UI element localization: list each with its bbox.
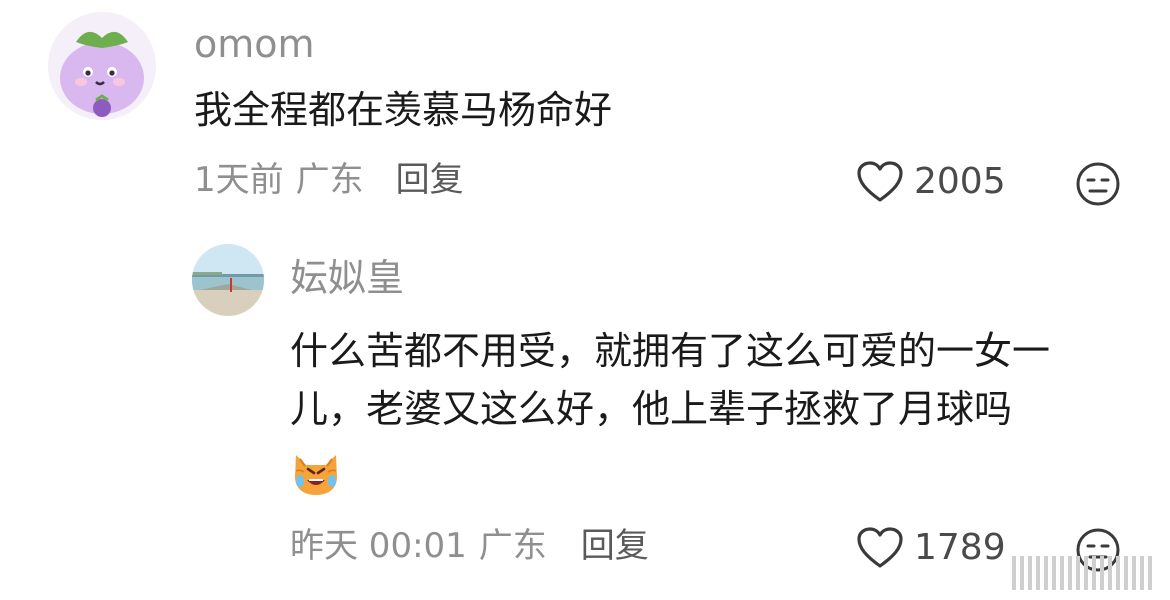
comment-time: 1天前	[194, 160, 284, 200]
avatar[interactable]	[192, 244, 264, 316]
comment-text-line-2: 儿，老婆又这么好，他上辈子拯救了月球吗	[290, 387, 1013, 431]
like-count: 1789	[914, 527, 1006, 568]
like-count: 2005	[914, 161, 1006, 202]
reply-button[interactable]: 回复	[396, 163, 464, 197]
comment-username[interactable]: omom	[194, 25, 315, 63]
comment-meta: 昨天 00:01 广东 回复	[290, 529, 649, 563]
dislike-button[interactable]	[1074, 160, 1122, 212]
avatar[interactable]	[48, 12, 156, 120]
comment-username[interactable]: 妘姒皇	[290, 259, 404, 297]
comment-time: 昨天 00:01	[290, 526, 467, 566]
eggplant-avatar-icon	[48, 12, 156, 120]
comment-location: 广东	[295, 160, 364, 200]
comment-meta: 1天前 广东 回复	[194, 163, 464, 197]
heart-outline-icon	[857, 527, 903, 568]
comment-text-line-1: 什么苦都不用受，就拥有了这么可爱的一女一	[290, 329, 1051, 373]
seaside-photo-avatar-icon	[192, 244, 264, 316]
like-button[interactable]: 1789	[856, 526, 1006, 570]
reply-button[interactable]: 回复	[581, 529, 649, 563]
cry-laugh-cat-icon	[295, 455, 337, 495]
meh-face-icon	[1076, 162, 1120, 206]
comment-text: 我全程都在羡慕马杨命好	[194, 88, 613, 132]
cry-laugh-cat-emoji	[290, 447, 342, 501]
comment-location: 广东	[478, 526, 547, 566]
like-button[interactable]: 2005	[856, 160, 1006, 204]
watermark	[1012, 556, 1156, 590]
heart-outline-icon	[857, 161, 903, 202]
